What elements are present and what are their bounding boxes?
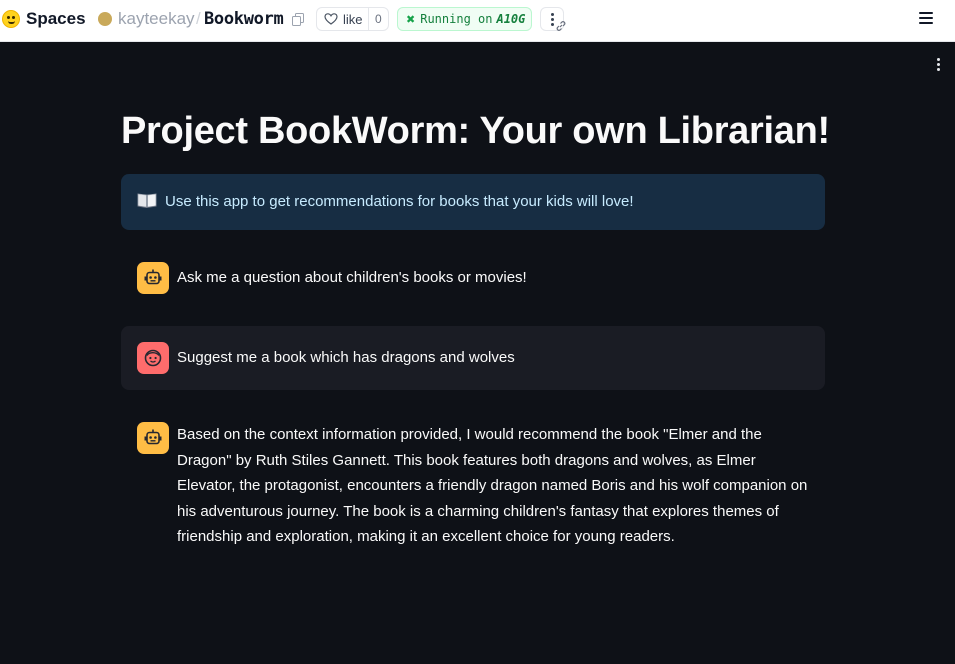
chat-message-assistant: Based on the context information provide… [121,412,825,556]
assistant-avatar [137,422,169,454]
copy-icon[interactable] [292,13,304,26]
robot-icon [144,269,162,285]
message-text: Suggest me a book which has dragons and … [177,349,515,366]
hardware-label: A10G [496,12,526,26]
spaces-link[interactable]: Spaces [26,9,86,29]
link-icon[interactable] [555,20,567,32]
like-button[interactable]: like 0 [316,7,389,31]
message-text: Based on the context information provide… [177,426,808,545]
hf-top-bar: Spaces kayteekay / Bookworm like 0 ✖ Run… [0,0,955,42]
assistant-avatar [137,262,169,294]
open-book-icon [137,193,157,208]
owner-avatar[interactable] [98,12,112,26]
hamburger-menu-icon[interactable] [919,12,935,26]
user-avatar [137,342,169,374]
chat-message-assistant: Ask me a question about children's books… [121,252,825,304]
page-title: Project BookWorm: Your own Librarian! [121,110,830,152]
like-label: like [343,11,363,27]
running-status-badge[interactable]: ✖ Running on A10G [397,7,532,31]
message-text: Ask me a question about children's books… [177,269,527,286]
running-status-icon: ✖ [406,13,416,26]
more-vertical-icon [551,13,554,26]
app-main-menu-icon[interactable] [934,58,942,74]
info-text: Use this app to get recommendations for … [165,193,634,210]
chat-message-user: Suggest me a book which has dragons and … [121,326,825,390]
heart-icon [324,13,338,25]
hugging-face-logo-icon[interactable] [2,10,20,28]
owner-link[interactable]: kayteekay [118,9,195,29]
face-icon [144,349,162,367]
like-count: 0 [375,12,382,26]
info-alert: Use this app to get recommendations for … [121,174,825,230]
repo-name-link[interactable]: Bookworm [204,9,284,29]
robot-icon [144,429,162,445]
path-separator: / [196,9,201,28]
running-status-label: Running on [420,12,493,26]
